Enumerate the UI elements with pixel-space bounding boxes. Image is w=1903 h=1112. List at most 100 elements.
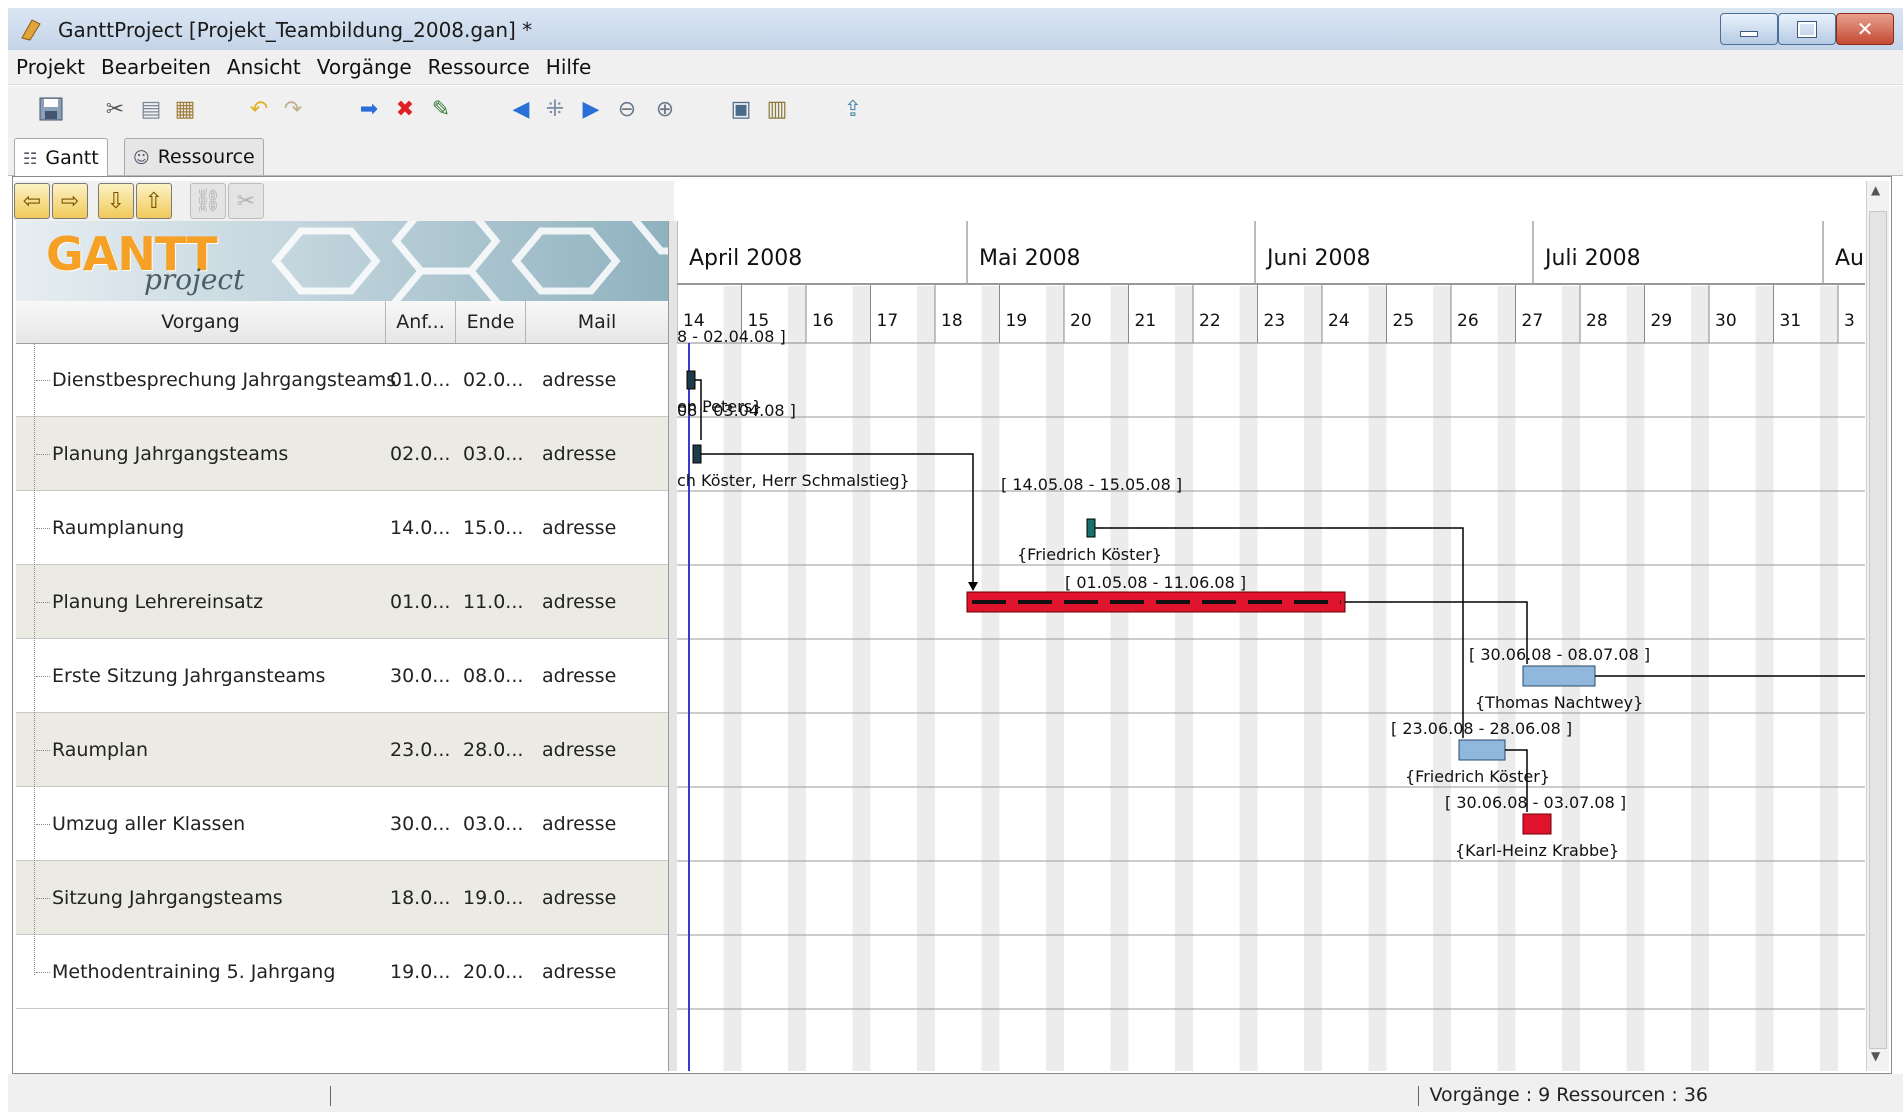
unindent-button[interactable]: ⇦ — [14, 183, 50, 219]
scrollbar-thumb[interactable] — [1869, 211, 1887, 1049]
menu-bearbeiten[interactable]: Bearbeiten — [93, 55, 219, 79]
week-label: 16 — [812, 311, 834, 331]
vertical-scrollbar[interactable]: ▲ ▼ — [1866, 181, 1889, 1071]
tree-branch — [36, 528, 50, 529]
table-row[interactable]: Dienstbesprechung Jahrgangsteams 01.0... 0… — [16, 343, 668, 417]
weekend-stripe — [1304, 285, 1322, 1071]
task-bar[interactable] — [1086, 518, 1096, 538]
table-row[interactable]: Methodentraining 5. Jahrgang 19.0... 20.0.… — [16, 935, 668, 1009]
zoom-out-icon[interactable]: ⊖ — [612, 94, 642, 124]
week-label: 25 — [1393, 311, 1415, 331]
task-name: Umzug aller Klassen — [52, 812, 246, 835]
tab-ressource[interactable]: ☺ Ressource — [124, 138, 264, 175]
publish-icon[interactable]: ⇪ — [838, 94, 868, 124]
task-date-label: [ 23.06.08 - 28.06.08 ] — [1391, 719, 1572, 738]
table-row[interactable]: Umzug aller Klassen 30.0... 03.0... adresse — [16, 787, 668, 861]
toolbar: ✂ ▤ ▦ ↶ ↷ ➡ ✖ ✎ ◀ ⁜ ▶ ⊖ ⊕ ▣ ▥ ⇪ — [8, 86, 1903, 136]
week-label: 17 — [877, 311, 899, 331]
center-icon[interactable]: ⁜ — [540, 94, 570, 124]
menu-hilfe[interactable]: Hilfe — [538, 55, 600, 79]
task-start: 02.0... — [390, 442, 451, 465]
arrow-down-icon: ⇩ — [106, 188, 126, 214]
task-date-label: [ 30.06.08 - 08.07.08 ] — [1469, 645, 1650, 664]
column-anfang[interactable]: Anf... — [386, 301, 456, 343]
month-label: Aug — [1835, 246, 1865, 271]
task-bar[interactable] — [692, 444, 702, 464]
arrow-up-icon: ⇧ — [144, 188, 164, 214]
gantt-icon: ☷ — [23, 148, 38, 168]
gantt-chart[interactable]: April 2008 Mai 2008 Juni 2008 Juli 2008 Aug 1… — [677, 221, 1865, 1071]
scroll-down-icon[interactable]: ▼ — [1871, 1049, 1880, 1063]
tree-branch — [36, 898, 50, 899]
redo-icon[interactable]: ↷ — [278, 94, 308, 124]
task-end: 11.0... — [463, 590, 524, 613]
task-resource-label: ch Köster, Herr Schmalstieg} — [677, 471, 910, 490]
move-down-button[interactable]: ⇩ — [98, 183, 134, 219]
table-row[interactable]: Sitzung Jahrgangsteams 18.0... 19.0... adre… — [16, 861, 668, 935]
tree-branch — [36, 454, 50, 455]
properties-icon[interactable]: ✎ — [426, 94, 456, 124]
table-row[interactable]: Raumplan 23.0... 28.0... adresse — [16, 713, 668, 787]
task-name: Raumplan — [52, 738, 149, 761]
task-end: 15.0... — [463, 516, 524, 539]
status-separator — [330, 1086, 331, 1106]
month-label: April 2008 — [689, 246, 802, 271]
column-mail[interactable]: Mail — [526, 301, 668, 343]
scroll-left-icon[interactable]: ◀ — [506, 94, 536, 124]
unlink-button[interactable]: ✂ — [228, 183, 264, 219]
task-end: 03.0... — [463, 442, 524, 465]
restore-icon — [1798, 21, 1816, 37]
weekend-stripe — [1239, 285, 1258, 1071]
task-end: 28.0... — [463, 738, 524, 761]
menu-projekt[interactable]: Projekt — [8, 55, 93, 79]
tab-gantt[interactable]: ☷ Gantt — [14, 138, 108, 177]
close-icon: ✕ — [1856, 17, 1874, 41]
new-task-icon[interactable]: ➡ — [354, 94, 384, 124]
column-vorgang[interactable]: Vorgang — [16, 301, 386, 343]
task-name: Methodentraining 5. Jahrgang — [52, 960, 336, 983]
status-counts: Vorgänge : 9 Ressourcen : 36 — [1429, 1084, 1708, 1106]
menu-ressource[interactable]: Ressource — [420, 55, 538, 79]
cut-icon[interactable]: ✂ — [100, 94, 130, 124]
restore-button[interactable] — [1778, 13, 1836, 45]
task-mail: adresse — [542, 960, 617, 983]
move-up-button[interactable]: ⇧ — [136, 183, 172, 219]
tree-connector — [34, 343, 35, 975]
close-button[interactable]: ✕ — [1836, 13, 1894, 45]
menu-vorgaenge[interactable]: Vorgänge — [309, 55, 420, 79]
zoom-in-icon[interactable]: ⊕ — [650, 94, 680, 124]
tree-branch — [36, 750, 50, 751]
weekend-stripe — [852, 285, 871, 1071]
preview-icon[interactable]: ▣ — [726, 94, 756, 124]
delete-icon[interactable]: ✖ — [390, 94, 420, 124]
paste-icon[interactable]: ▦ — [170, 94, 200, 124]
scroll-right-icon[interactable]: ▶ — [576, 94, 606, 124]
week-label: 3 — [1844, 311, 1855, 331]
column-ende[interactable]: Ende — [456, 301, 526, 343]
copy-icon[interactable]: ▤ — [136, 94, 166, 124]
app-logo-icon — [18, 16, 44, 42]
scroll-up-icon[interactable]: ▲ — [1871, 183, 1880, 197]
task-bar[interactable] — [1522, 665, 1596, 687]
week-label: 30 — [1715, 311, 1737, 331]
task-start: 18.0... — [390, 886, 451, 909]
save-icon[interactable] — [36, 94, 66, 124]
table-row[interactable]: Planung Lehrereinsatz 01.0... 11.0... adres… — [16, 565, 668, 639]
undo-icon[interactable]: ↶ — [244, 94, 274, 124]
minimize-button[interactable] — [1720, 13, 1778, 45]
table-row[interactable]: Erste Sitzung Jahrgansteams 30.0... 08.0..… — [16, 639, 668, 713]
task-resource-label: {Friedrich Köster} — [1405, 767, 1550, 786]
indent-button[interactable]: ⇨ — [52, 183, 88, 219]
task-name: Dienstbesprechung Jahrgangsteams — [52, 368, 397, 391]
task-start: 23.0... — [390, 738, 451, 761]
week-label: 26 — [1457, 311, 1479, 331]
menu-ansicht[interactable]: Ansicht — [219, 55, 309, 79]
task-bar-critical[interactable] — [1522, 813, 1552, 835]
link-button[interactable]: ⛓ — [190, 183, 226, 219]
task-bar[interactable] — [686, 370, 696, 390]
table-row[interactable]: Planung Jahrgangsteams 02.0... 03.0... adre… — [16, 417, 668, 491]
table-row[interactable]: Raumplanung 14.0... 15.0... adresse — [16, 491, 668, 565]
minimize-icon — [1740, 31, 1758, 37]
task-bar[interactable] — [1458, 739, 1506, 761]
export-icon[interactable]: ▥ — [762, 94, 792, 124]
